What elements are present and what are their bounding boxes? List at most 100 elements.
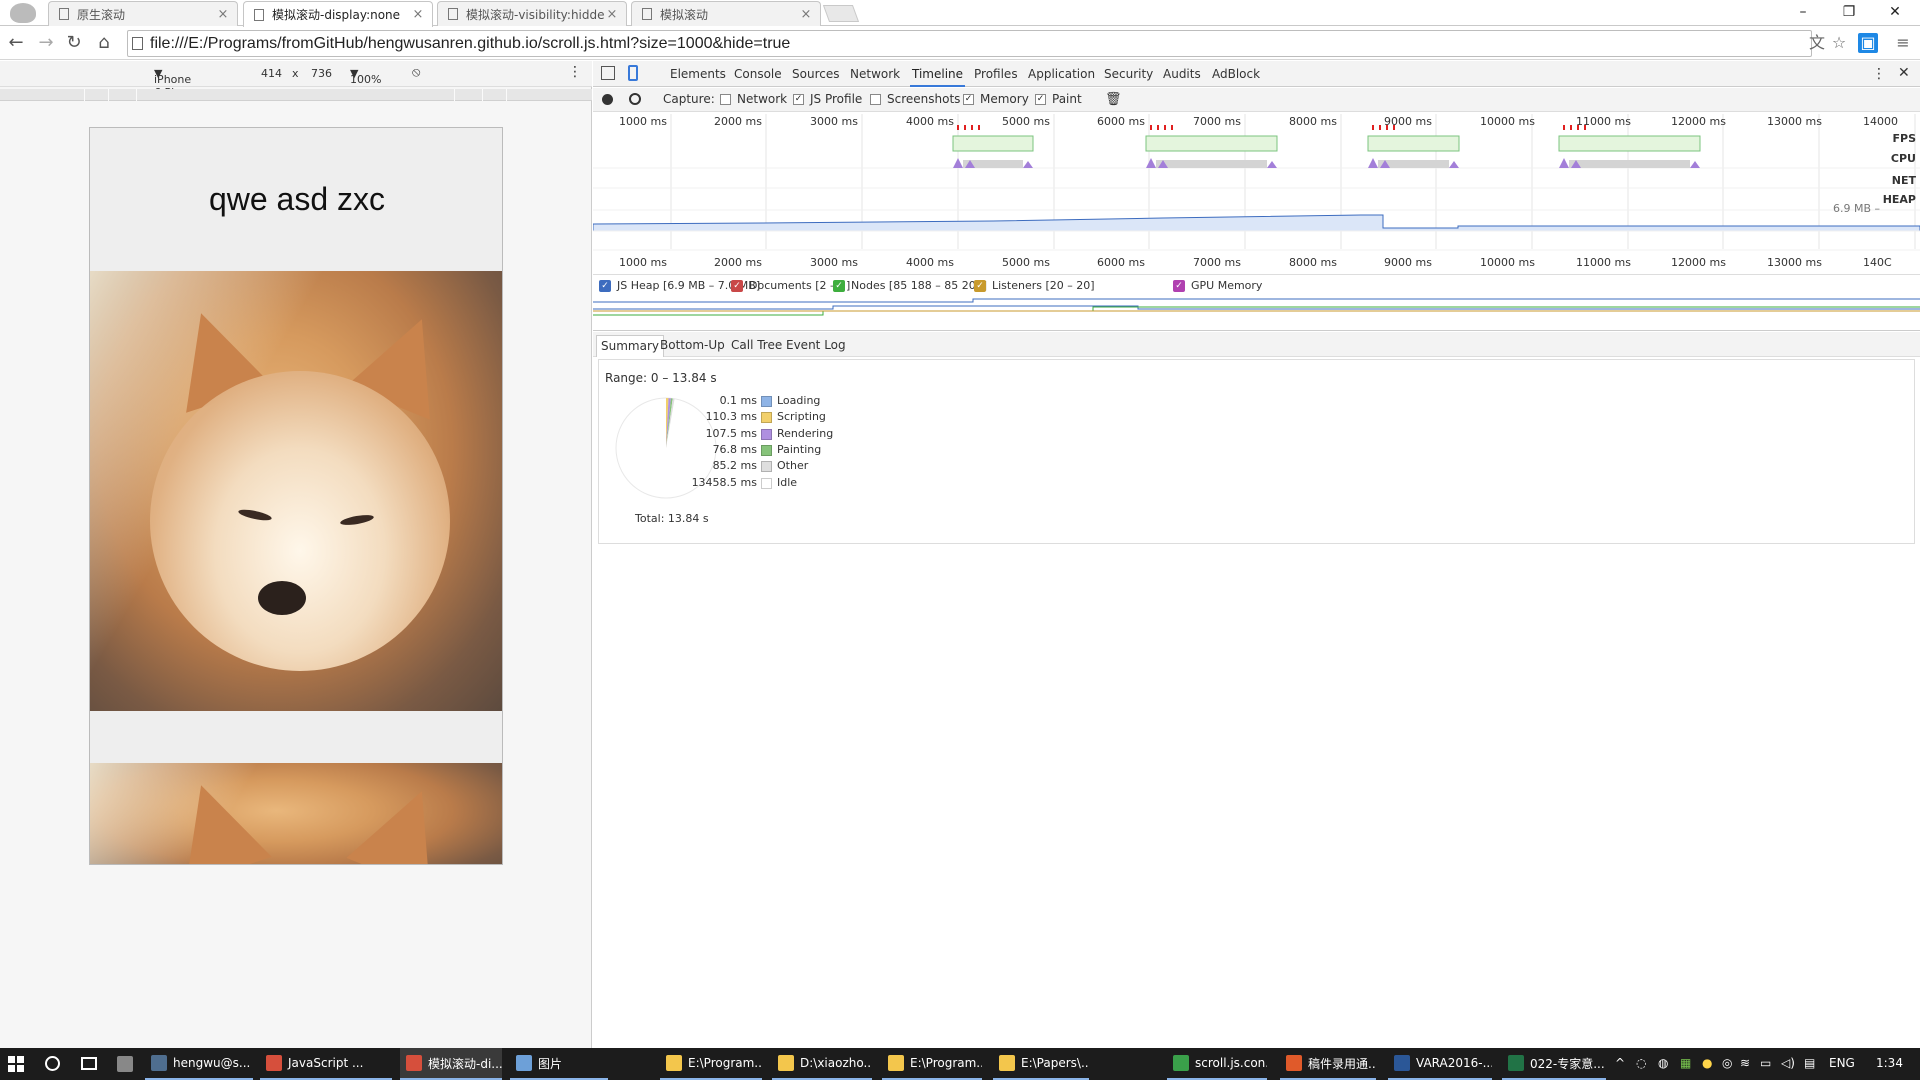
taskbar-item[interactable]: E:\Papers\... [993,1048,1089,1080]
browser-tab[interactable]: 模拟滚动-visibility:hidde × [437,1,627,26]
tray-icon[interactable]: ◍ [1658,1056,1668,1070]
new-tab-button[interactable] [822,5,860,22]
taskbar-item-label: JavaScript ... [288,1056,364,1070]
close-tab-icon[interactable]: × [606,7,618,22]
task-view-icon[interactable] [81,1057,97,1070]
search-icon[interactable] [45,1056,60,1071]
memory-legend-checkbox[interactable]: ✓ [833,280,845,292]
clear-icon[interactable] [629,93,641,105]
minimize-icon[interactable]: – [1780,0,1826,26]
memory-legend-checkbox[interactable]: ✓ [599,280,611,292]
memory-legend-label: GPU Memory [1191,279,1263,292]
devtools-close-icon[interactable]: ✕ [1898,65,1910,81]
forward-icon[interactable]: → [34,32,58,56]
taskbar-item[interactable]: D:\xiaozho... [772,1048,872,1080]
taskbar-item-label: 稿件录用通... [1308,1056,1376,1071]
taskbar-item[interactable]: 图片 [510,1048,608,1080]
menu-icon[interactable]: ≡ [1892,32,1914,54]
memory-legend-checkbox[interactable]: ✓ [731,280,743,292]
device-height[interactable]: 736 [311,67,332,80]
volume-icon[interactable]: ◁) [1781,1056,1795,1070]
taskbar-item[interactable]: E:\Program... [882,1048,982,1080]
memory-checkbox[interactable]: ✓ [963,94,974,105]
restore-icon[interactable]: ❐ [1826,0,1872,26]
tray-chevron-icon[interactable]: ^ [1615,1056,1625,1070]
browser-tab-active[interactable]: 模拟滚动-display:none × [243,1,433,27]
windows-start-icon[interactable] [8,1056,24,1072]
devtools-tab[interactable]: Application [1026,61,1097,87]
translate-icon[interactable]: 文 [1806,32,1828,54]
memory-legend-checkbox[interactable]: ✓ [1173,280,1185,292]
notification-icon[interactable]: ▤ [1804,1056,1815,1070]
input-language[interactable]: ENG [1829,1056,1855,1070]
summary-swatch [761,428,772,440]
zoom-select[interactable]: 100% ▼ [350,67,381,86]
device-select[interactable]: iPhone 6 Plus ▼ [154,67,191,99]
garbage-collect-icon[interactable]: 🗑 [1105,92,1122,107]
media-query-ruler[interactable] [0,89,592,101]
tab-summary[interactable]: Summary [596,335,664,357]
time-tick: 10000 ms [1480,256,1535,269]
tray-icon[interactable]: ▦ [1680,1056,1691,1070]
tab-title: 模拟滚动 [660,7,709,22]
device-mode-icon[interactable] [628,65,638,81]
emulated-viewport[interactable]: qwe asd zxc [89,127,503,865]
inspect-icon[interactable] [601,66,615,80]
devtools-menu-icon[interactable]: ⋮ [1872,66,1886,82]
devtools-tab[interactable]: AdBlock [1210,61,1262,87]
screenshots-checkbox[interactable] [870,94,881,105]
browser-tab[interactable]: 原生滚动 × [48,1,238,26]
bookmark-star-icon[interactable]: ☆ [1828,32,1850,54]
timeline-overview[interactable]: 1000 ms 2000 ms 3000 ms 4000 ms 5000 ms 6000 … [593,114,1920,275]
rotate-icon[interactable]: ⦸ [412,65,420,80]
close-tab-icon[interactable]: × [800,7,812,22]
more-options-icon[interactable]: ⋮ [568,64,582,80]
taskbar-item[interactable]: scroll.js.con... [1167,1048,1267,1080]
home-icon[interactable]: ⌂ [92,32,116,56]
back-icon[interactable]: ← [4,32,28,56]
record-icon[interactable] [602,94,613,105]
battery-icon[interactable]: ▭ [1760,1056,1771,1070]
devtools-tab[interactable]: Sources [790,61,841,87]
pinned-app-icon[interactable] [117,1056,133,1072]
paint-checkbox[interactable]: ✓ [1035,94,1046,105]
devtools-tab[interactable]: Elements [668,61,728,87]
devtools-tab[interactable]: Security [1102,61,1155,87]
taskbar-item[interactable]: E:\Program... [660,1048,762,1080]
close-tab-icon[interactable]: × [412,7,424,22]
time-tick: 140C [1863,256,1892,269]
tab-bottom-up[interactable]: Bottom-Up [656,335,729,357]
tray-icon[interactable]: ◎ [1722,1056,1732,1070]
extension-icon[interactable]: ▣ [1858,33,1878,53]
close-window-icon[interactable]: ✕ [1872,0,1918,26]
capture-option-label: Network [737,92,788,106]
close-tab-icon[interactable]: × [217,7,229,22]
devtools-tab-active[interactable]: Timeline [910,61,966,87]
overview-row-label: FPS [1892,132,1917,145]
js-profile-checkbox[interactable]: ✓ [793,94,804,105]
taskbar-item[interactable]: 稿件录用通... [1280,1048,1376,1080]
memory-legend-checkbox[interactable]: ✓ [974,280,986,292]
browser-tab[interactable]: 模拟滚动 × [631,1,821,26]
address-bar[interactable] [127,30,1812,57]
taskbar-item[interactable]: JavaScript ... [260,1048,392,1080]
taskbar-item[interactable]: 022-专家意... [1502,1048,1606,1080]
taskbar-item[interactable]: VARA2016-... [1388,1048,1492,1080]
taskbar-item[interactable]: 模拟滚动-di... [400,1048,502,1080]
devtools-tab[interactable]: Audits [1161,61,1203,87]
devtools-tab[interactable]: Profiles [972,61,1020,87]
taskbar-item[interactable]: hengwu@s... [145,1048,253,1080]
devtools-tab[interactable]: Console [732,61,784,87]
wifi-icon[interactable]: ≋ [1740,1056,1750,1070]
tray-icon[interactable]: ◌ [1636,1056,1646,1070]
devtools-tab[interactable]: Network [848,61,902,87]
tray-icon[interactable]: ● [1702,1056,1712,1070]
network-checkbox[interactable] [720,94,731,105]
tab-call-tree[interactable]: Call Tree [727,335,786,357]
device-width[interactable]: 414 [261,67,282,80]
url-input[interactable] [150,34,1650,53]
reload-icon[interactable]: ↻ [62,32,86,56]
browser-profile-icon[interactable] [10,3,36,23]
tab-event-log[interactable]: Event Log [782,335,850,357]
clock[interactable]: 1:34 [1876,1056,1903,1070]
